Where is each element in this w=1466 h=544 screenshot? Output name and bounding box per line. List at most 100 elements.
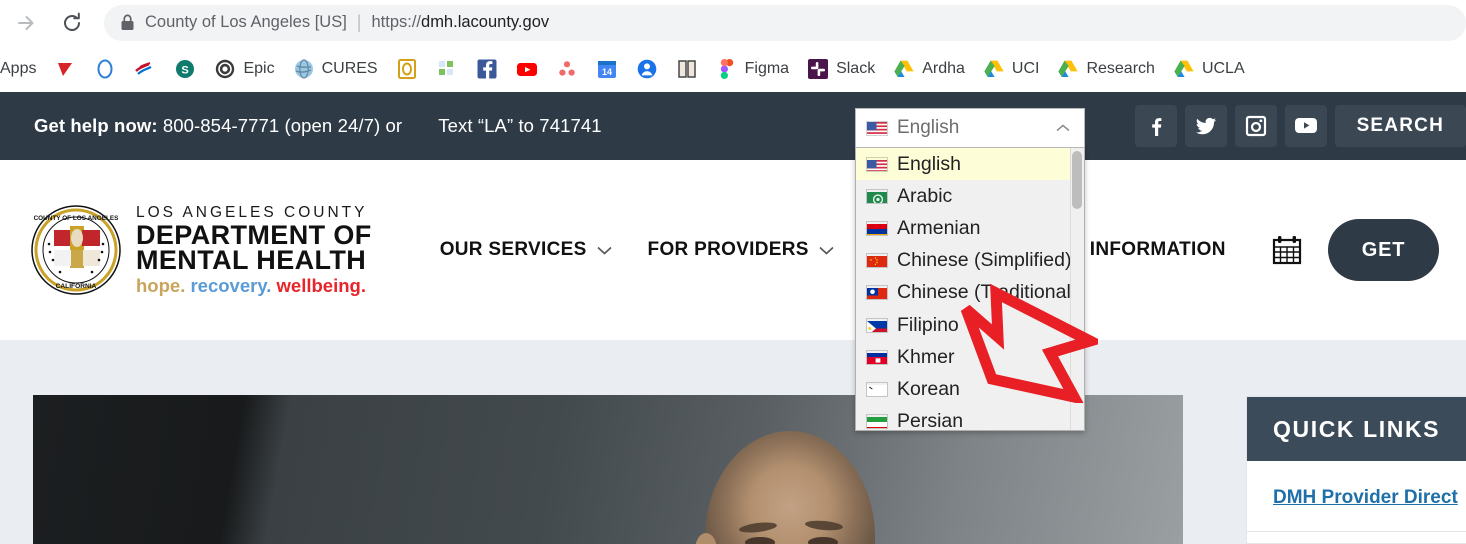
hero-person-eye-right: [808, 537, 838, 544]
site-help-bar: Get help now: 800-854-7771 (open 24/7) o…: [0, 92, 1466, 160]
quick-links-panel: QUICK LINKS DMH Provider Direct: [1246, 396, 1466, 544]
chevron-up-icon[interactable]: [1056, 121, 1070, 135]
language-selected-value: English: [897, 117, 960, 138]
blue-ring-icon: [94, 58, 116, 80]
bookmark-label: Apps: [0, 59, 37, 77]
instagram-icon[interactable]: [1234, 105, 1277, 147]
logo-line-county: LOS ANGELES COUNTY: [136, 203, 368, 221]
language-option-chinese-traditional[interactable]: Chinese (Traditional): [856, 277, 1077, 309]
google-drive-icon: [983, 58, 1005, 80]
bookmark-youtube[interactable]: [507, 54, 547, 84]
bookmark-ucla[interactable]: UCLA: [1164, 54, 1254, 84]
get-help-now-label: Get help now:: [34, 115, 158, 136]
language-label: Chinese (Simplified): [897, 249, 1072, 272]
language-option-armenian[interactable]: Armenian: [856, 212, 1072, 244]
flag-china-icon: [866, 253, 888, 269]
la-county-seal-icon: COUNTY OF LOS ANGELES CALIFORNIA: [30, 204, 122, 296]
bookmark-blue-ring[interactable]: [85, 54, 125, 84]
forward-arrow-icon[interactable]: [8, 5, 44, 41]
svg-text:CALIFORNIA: CALIFORNIA: [56, 283, 97, 290]
help-text-line: Text “LA” to 741741: [438, 115, 602, 136]
figma-icon: [716, 58, 738, 80]
language-label: Chinese (Traditional): [897, 281, 1078, 304]
language-option-persian[interactable]: Persian: [856, 406, 1072, 430]
get-help-button[interactable]: GET: [1327, 219, 1440, 281]
language-dropdown-scrollbar[interactable]: [1070, 148, 1084, 430]
youtube-icon: [516, 58, 538, 80]
language-option-korean[interactable]: Korean: [856, 373, 1072, 405]
bookmark-gold-book[interactable]: [387, 54, 427, 84]
bookmark-facebook[interactable]: [467, 54, 507, 84]
google-calendar-icon: 14: [596, 58, 618, 80]
language-option-arabic[interactable]: Arabic: [856, 180, 1072, 212]
flag-armenia-icon: [866, 220, 888, 236]
site-logo[interactable]: COUNTY OF LOS ANGELES CALIFORNIA LOS ANG…: [30, 204, 372, 296]
bookmark-research[interactable]: Research: [1048, 54, 1163, 84]
language-option-filipino[interactable]: Filipino: [856, 309, 1072, 341]
help-phone-number: 800-854-7771 (open 24/7) or: [162, 115, 403, 136]
bookmark-asana[interactable]: [547, 54, 587, 84]
logo-wordmark: LOS ANGELES COUNTY DEPARTMENT OF MENTAL …: [136, 203, 372, 296]
nav-item-for-providers[interactable]: FOR PROVIDERS: [630, 239, 852, 261]
lock-icon: [120, 14, 135, 31]
hero-person-figure: [705, 431, 875, 544]
flag-taiwan-icon: [866, 285, 888, 301]
bookmark-epic[interactable]: Epic: [205, 54, 283, 84]
bookmark-sharepoint[interactable]: S: [165, 54, 205, 84]
language-option-chinese-simplified[interactable]: Chinese (Simplified): [856, 245, 1072, 277]
youtube-icon[interactable]: [1284, 105, 1327, 147]
language-select[interactable]: English: [855, 108, 1085, 148]
flag-philippines-icon: [866, 317, 888, 333]
bookmark-bank-of-america[interactable]: [125, 54, 165, 84]
language-option-english[interactable]: English: [856, 148, 1072, 181]
flag-korea-icon: [866, 381, 888, 397]
language-label: Korean: [897, 377, 960, 400]
bookmark-label: Epic: [243, 59, 275, 77]
scrollbar-thumb[interactable]: [1072, 151, 1082, 209]
gold-book-icon: [396, 58, 418, 80]
bookmark-uci[interactable]: UCI: [974, 54, 1049, 84]
quick-link-dmh-provider-directory[interactable]: DMH Provider Direct: [1273, 487, 1458, 508]
screenshot-viewport: County of Los Angeles [US] | https://dmh…: [0, 0, 1466, 544]
asana-icon: [556, 58, 578, 80]
bookmark-green-grid[interactable]: [427, 54, 467, 84]
bookmark-google-contacts[interactable]: [627, 54, 667, 84]
google-drive-icon: [893, 58, 915, 80]
calendar-icon[interactable]: [1270, 233, 1304, 267]
bookmark-label: Slack: [836, 59, 876, 77]
address-bar[interactable]: County of Los Angeles [US] | https://dmh…: [104, 4, 1466, 41]
bookmark-label: Ardha: [922, 59, 965, 77]
epic-spiral-icon: [214, 58, 236, 80]
bookmark-label: UCLA: [1201, 59, 1245, 77]
language-option-khmer[interactable]: Khmer: [856, 341, 1072, 373]
nav-item-our-services[interactable]: OUR SERVICES: [422, 239, 630, 261]
bookmark-books[interactable]: [667, 54, 707, 84]
google-contacts-icon: [636, 58, 658, 80]
bookmark-figma[interactable]: Figma: [707, 54, 798, 84]
google-drive-icon: [1173, 58, 1195, 80]
bookmark-red-arrow[interactable]: [45, 54, 85, 84]
search-button[interactable]: SEARCH: [1334, 105, 1466, 147]
globe-icon: [293, 58, 315, 80]
facebook-icon[interactable]: [1134, 105, 1177, 147]
bookmark-google-calendar[interactable]: 14: [587, 54, 627, 84]
twitter-icon[interactable]: [1184, 105, 1227, 147]
bookmarks-bar: Apps S Epic CURES 14 Figma Slack Ardha U…: [0, 45, 1466, 92]
flag-iran-icon: [866, 414, 888, 430]
bookmark-apps[interactable]: Apps: [0, 56, 45, 82]
svg-text:14: 14: [602, 67, 612, 77]
tagline-hope: hope.: [136, 275, 186, 296]
logo-line-mental-health: MENTAL HEALTH: [136, 245, 367, 275]
nav-label: OUR SERVICES: [439, 239, 587, 260]
language-dropdown-list[interactable]: English Arabic Armenian Chinese (Simplif…: [855, 148, 1085, 431]
bookmark-label: Research: [1086, 59, 1155, 77]
quick-links-divider: [1247, 531, 1466, 532]
bookmark-ardha[interactable]: Ardha: [884, 54, 974, 84]
language-label: Filipino: [897, 313, 959, 336]
bookmark-cures[interactable]: CURES: [284, 54, 387, 84]
language-label: Armenian: [897, 216, 981, 239]
reload-icon[interactable]: [54, 5, 90, 41]
bookmark-slack[interactable]: Slack: [798, 54, 884, 84]
slack-icon: [807, 58, 829, 80]
language-label: Arabic: [897, 184, 953, 207]
